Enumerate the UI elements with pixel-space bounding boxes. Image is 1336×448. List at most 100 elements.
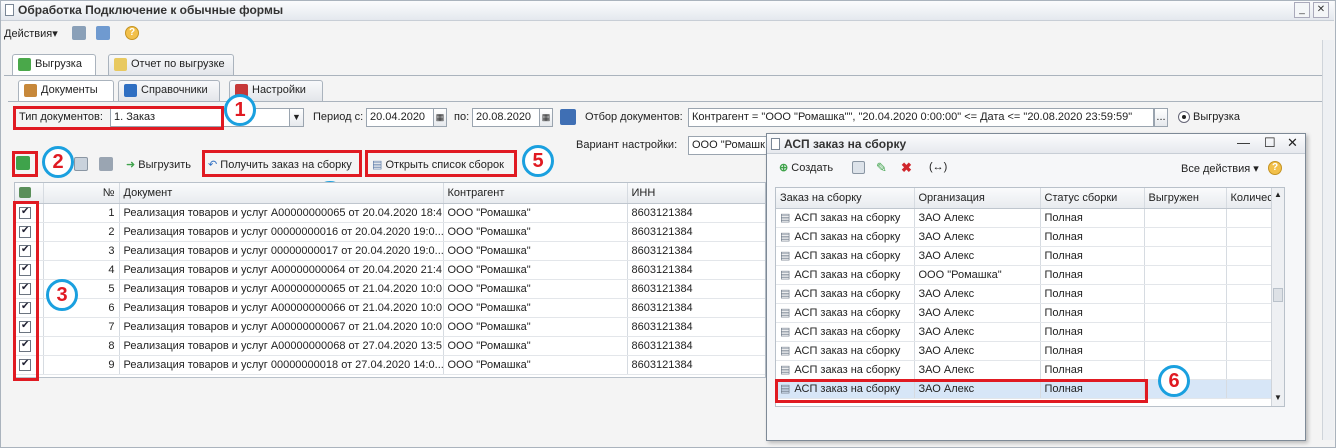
row-organization: ЗАО Алекс	[914, 341, 1041, 361]
table-row[interactable]: 8Реализация товаров и услуг А00000000068…	[15, 336, 765, 356]
documents-table: № Документ Контрагент ИНН 1Реализация то…	[14, 182, 766, 378]
column-header-order[interactable]: Заказ на сборку	[776, 188, 915, 209]
scroll-up-icon[interactable]: ▲	[1274, 190, 1282, 199]
document-row-icon: ▤	[780, 269, 791, 281]
row-status: Полная	[1040, 303, 1145, 323]
row-exported	[1144, 322, 1227, 342]
popup-scrollbar[interactable]: ▲ ▼	[1271, 188, 1284, 406]
create-button-label: Создать	[791, 162, 834, 174]
table-row[interactable]: 7Реализация товаров и услуг А00000000067…	[15, 317, 765, 337]
row-order: ▤ АСП заказ на сборку	[776, 322, 915, 342]
row-organization: ООО "Ромашка"	[914, 265, 1041, 285]
row-number: 1	[43, 203, 120, 223]
row-order: ▤ АСП заказ на сборку	[776, 208, 915, 228]
copy-icon[interactable]	[74, 157, 88, 171]
table-row[interactable]: 1Реализация товаров и услуг А00000000065…	[15, 203, 765, 223]
table-row[interactable]: 6Реализация товаров и услуг А00000000066…	[15, 298, 765, 318]
popup-close-icon[interactable]: ✕	[1287, 135, 1298, 151]
scroll-thumb[interactable]	[1273, 288, 1283, 302]
row-organization: ЗАО Алекс	[914, 227, 1041, 247]
calendar-icon[interactable]: ▦	[539, 108, 553, 127]
column-header-number[interactable]: №	[43, 183, 120, 204]
popup-header-row: Заказ на сборку Организация Статус сборк…	[776, 188, 1284, 209]
copy-item-icon[interactable]	[852, 161, 865, 174]
callout-2: 2	[42, 146, 74, 178]
popup-minimize-icon[interactable]: —	[1237, 135, 1250, 150]
close-icon[interactable]: ✕	[1313, 2, 1329, 18]
column-header-document[interactable]: Документ	[119, 183, 444, 204]
calendar-icon[interactable]: ▦	[433, 108, 447, 127]
table-row[interactable]: ▤ АСП заказ на сборку ЗАО Алекс Полная	[776, 246, 1284, 266]
column-header-exported[interactable]: Выгружен	[1144, 188, 1227, 209]
help-icon[interactable]: ?	[1268, 161, 1282, 175]
period-select-icon[interactable]	[560, 109, 576, 125]
row-exported	[1144, 246, 1227, 266]
main-scrollbar[interactable]	[1322, 40, 1334, 440]
table-row[interactable]: 9Реализация товаров и услуг 00000000018 …	[15, 355, 765, 375]
table-row[interactable]: 2Реализация товаров и услуг 00000000016 …	[15, 222, 765, 242]
row-order: ▤ АСП заказ на сборку	[776, 265, 915, 285]
annotation-box-4	[202, 150, 362, 177]
selection-button[interactable]: ...	[1154, 108, 1168, 127]
tab-documents[interactable]: Документы	[18, 80, 114, 102]
export-radio[interactable]	[1178, 111, 1190, 123]
row-number: 9	[43, 355, 120, 375]
scroll-down-icon[interactable]: ▼	[1274, 393, 1282, 402]
column-header-counterparty[interactable]: Контрагент	[443, 183, 628, 204]
delete-icon[interactable]: ✖	[901, 160, 912, 176]
popup-maximize-icon[interactable]: ☐	[1264, 135, 1276, 151]
table-row[interactable]: ▤ АСП заказ на сборку ЗАО Алекс Полная	[776, 341, 1284, 361]
table-row[interactable]: ▤ АСП заказ на сборку ООО "Ромашка" Полная	[776, 265, 1284, 285]
table-row[interactable]: ▤ АСП заказ на сборку ЗАО Алекс Полная	[776, 208, 1284, 228]
row-number: 3	[43, 241, 120, 261]
minimize-icon[interactable]: _	[1294, 2, 1310, 18]
period-from-label: Период с:	[313, 111, 364, 123]
column-header-status[interactable]: Статус сборки	[1040, 188, 1145, 209]
variant-field[interactable]: ООО "Ромашк	[688, 136, 768, 155]
pencil-icon[interactable]: ✎	[876, 160, 887, 176]
document-row-icon: ▤	[780, 345, 791, 357]
tab-export[interactable]: Выгрузка	[12, 54, 96, 76]
row-order-label: АСП заказ на сборку	[794, 326, 901, 338]
actions-menu[interactable]: Действия▾	[4, 27, 58, 40]
period-to-field[interactable]: 20.08.2020	[472, 108, 540, 127]
table-row[interactable]: 3Реализация товаров и услуг 00000000017 …	[15, 241, 765, 261]
row-inn: 8603121384	[627, 336, 765, 356]
table-row[interactable]: ▤ АСП заказ на сборку ЗАО Алекс Полная	[776, 303, 1284, 323]
column-header-inn[interactable]: ИНН	[627, 183, 765, 204]
row-organization: ЗАО Алекс	[914, 303, 1041, 323]
table-row[interactable]: ▤ АСП заказ на сборку ЗАО Алекс Полная	[776, 360, 1284, 380]
dropdown-arrow-icon[interactable]: ▼	[289, 108, 304, 127]
all-actions-menu[interactable]: Все действия ▾	[1181, 162, 1259, 175]
help-icon[interactable]: ?	[125, 26, 139, 40]
annotation-box-3	[13, 201, 39, 381]
table-row[interactable]: ▤ АСП заказ на сборку ЗАО Алекс Полная	[776, 284, 1284, 304]
print-icon[interactable]	[99, 157, 113, 171]
row-inn: 8603121384	[627, 298, 765, 318]
tab-export-report[interactable]: Отчет по выгрузке	[108, 54, 234, 75]
document-icon	[5, 4, 14, 16]
period-from-field[interactable]: 20.04.2020	[366, 108, 434, 127]
row-exported	[1144, 208, 1227, 228]
column-header-organization[interactable]: Организация	[914, 188, 1041, 209]
row-organization: ЗАО Алекс	[914, 284, 1041, 304]
form-icon[interactable]	[72, 26, 86, 40]
selection-label: Отбор документов:	[585, 111, 683, 123]
row-status: Полная	[1040, 227, 1145, 247]
row-status: Полная	[1040, 341, 1145, 361]
table-row[interactable]: 5Реализация товаров и услуг А00000000065…	[15, 279, 765, 299]
table-row[interactable]: ▤ АСП заказ на сборку ЗАО Алекс Полная	[776, 322, 1284, 342]
callout-3: 3	[46, 279, 78, 311]
checkbox-column-header[interactable]	[15, 183, 44, 204]
plus-icon: ⊕	[779, 162, 789, 174]
link-icon[interactable]: (↔)	[929, 161, 947, 173]
selection-field[interactable]: Контрагент = "ООО "Ромашка"", "20.04.202…	[688, 108, 1154, 127]
export-button[interactable]: ➜ Выгрузить	[126, 158, 191, 171]
tab-catalogs[interactable]: Справочники	[118, 80, 220, 101]
edit-form-icon[interactable]	[96, 26, 110, 40]
row-counterparty: ООО "Ромашка"	[443, 279, 628, 299]
row-counterparty: ООО "Ромашка"	[443, 355, 628, 375]
table-row[interactable]: ▤ АСП заказ на сборку ЗАО Алекс Полная	[776, 227, 1284, 247]
table-row[interactable]: 4Реализация товаров и услуг А00000000064…	[15, 260, 765, 280]
create-button[interactable]: ⊕ Создать	[779, 161, 833, 174]
